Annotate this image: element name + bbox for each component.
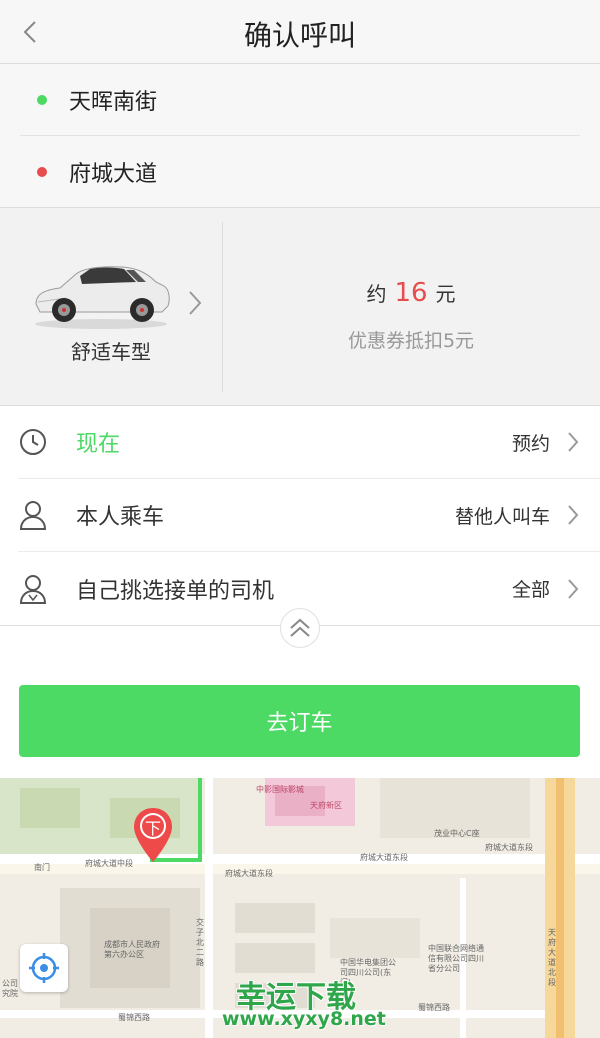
option-time-row[interactable]: 现在 预约: [18, 406, 600, 479]
map-label: 交子北二路: [196, 918, 204, 967]
destination-pin[interactable]: 下: [132, 806, 174, 868]
map-label: 茂业中心C座: [434, 829, 480, 838]
map-label: 天府大道北段: [548, 928, 556, 987]
map-label: 府城大道东段: [485, 843, 533, 852]
map-label: 成都市人民政府第六办公区: [104, 940, 160, 959]
header: 确认呼叫: [0, 0, 600, 64]
car-type-label: 舒适车型: [71, 340, 151, 364]
start-dot-icon: [37, 94, 47, 105]
option-driver-right: 全部: [511, 579, 550, 601]
locate-button[interactable]: [20, 944, 68, 992]
car-icon: [35, 266, 170, 329]
map-label: 府城大道东段: [360, 853, 408, 862]
map-label: 蜀锦西路: [118, 1013, 150, 1022]
option-passenger-label: 本人乘车: [76, 505, 165, 530]
chevron-right-icon: [562, 504, 584, 526]
watermark-url: www.xyxy8.net: [222, 1008, 386, 1030]
options-list: 现在 预约 本人乘车 替他人叫车 自己挑选接单的司机 全部: [0, 406, 600, 626]
end-location-row[interactable]: 府城大道: [20, 136, 580, 208]
option-time-right: 预约: [511, 432, 550, 455]
crosshair-icon: [29, 953, 59, 983]
chevron-right-icon: [189, 291, 202, 315]
coupon-text: 优惠券抵扣5元: [347, 330, 475, 352]
person-icon: [18, 500, 48, 530]
map-label: 府城大道东段: [225, 869, 273, 878]
price-prefix: 约: [366, 282, 387, 306]
map-label: 天府新区: [310, 801, 342, 810]
map-label: 府城大道中段: [85, 859, 133, 868]
driver-icon: [18, 574, 48, 604]
clock-icon: [18, 427, 48, 457]
pin-label: 下: [144, 819, 161, 838]
page-title: 确认呼叫: [243, 19, 356, 52]
chevron-right-icon: [562, 578, 584, 600]
start-location-label: 天晖南街: [69, 89, 158, 115]
option-passenger-row[interactable]: 本人乘车 替他人叫车: [18, 479, 600, 552]
end-dot-icon: [37, 167, 47, 177]
chevron-right-icon: [562, 431, 584, 453]
map-label: 中国联合网络通信有限公司四川省分公司: [428, 944, 484, 973]
order-button[interactable]: 去订车: [19, 685, 580, 757]
route-panel: 天晖南街 府城大道: [0, 64, 600, 208]
option-time-label: 现在: [76, 432, 121, 457]
map-label: 究院: [2, 989, 18, 998]
map-label: 蜀锦西路: [418, 1003, 450, 1012]
double-chevron-up-icon: [290, 618, 310, 637]
price-estimate: 约 16 元: [222, 278, 600, 308]
car-price-panel: 舒适车型 约 16 元 优惠券抵扣5元: [0, 208, 600, 406]
price-amount: 16: [394, 278, 428, 308]
option-passenger-right: 替他人叫车: [454, 505, 550, 528]
car-type-selector[interactable]: 舒适车型: [0, 208, 222, 406]
map-label: 南门: [34, 863, 50, 872]
end-location-label: 府城大道: [69, 162, 158, 187]
collapse-button[interactable]: [280, 608, 320, 648]
map-label: 中影国际影城: [256, 785, 304, 794]
start-location-row[interactable]: 天晖南街: [20, 64, 580, 136]
price-unit: 元: [435, 282, 456, 306]
option-driver-label: 自己挑选接单的司机: [76, 578, 275, 604]
